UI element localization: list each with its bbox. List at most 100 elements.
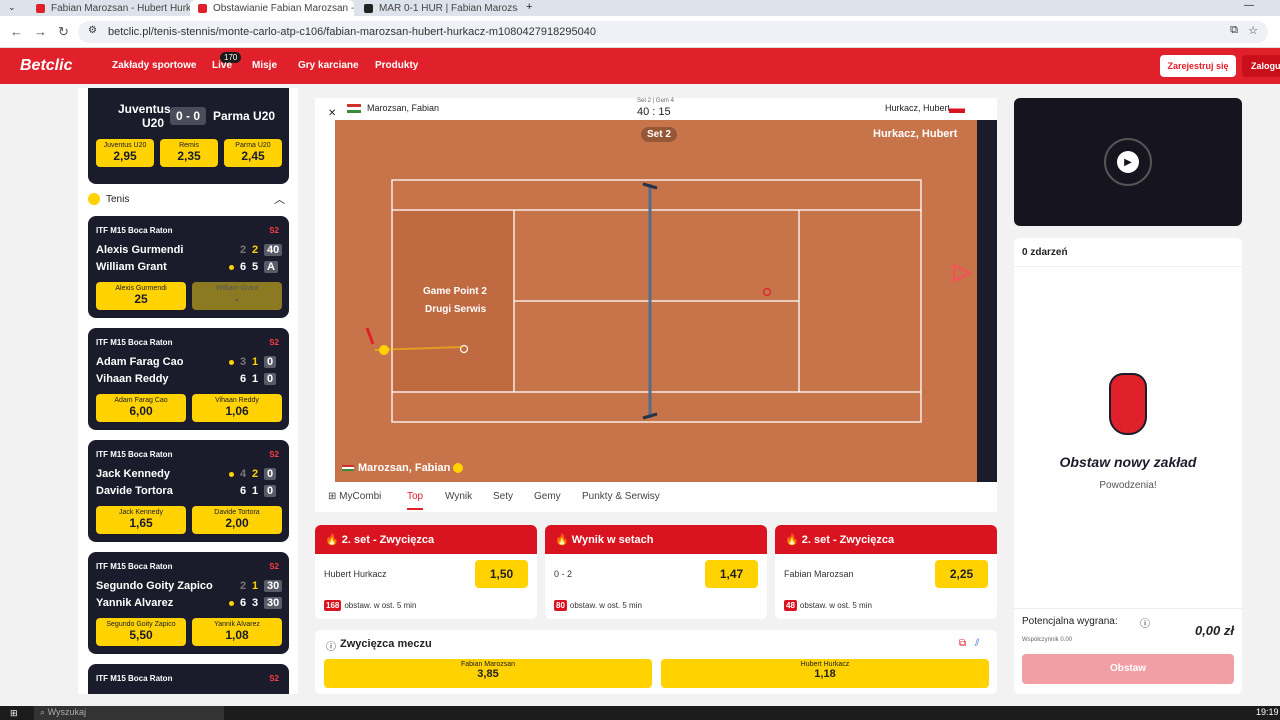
tab-sets[interactable]: Sety [493,491,513,502]
score-cell: 0 [264,485,277,497]
nav-sports[interactable]: Zakłady sportowe [112,60,196,71]
hungary-flag-icon [342,465,354,471]
score-cell: 6 [240,485,247,497]
browser-tab[interactable]: Fabian Marozsan - Hubert Hurk✕ [28,0,190,16]
football-match-card[interactable]: Juventus U20 0 - 0 Parma U20 Juventus U2… [88,88,289,184]
odd-button[interactable]: 2,25 [935,560,988,588]
register-button[interactable]: Zarejestruj się [1160,55,1236,77]
home-team-suffix: U20 [142,116,165,130]
browser-tab-active[interactable]: Obstawianie Fabian Marozsan -✕ [190,0,354,16]
browser-tab[interactable]: MAR 0-1 HUR | Fabian Marozsa✕ [356,0,518,16]
tab-result[interactable]: Wynik [445,491,472,502]
market-selection: Fabian Marozsan [784,569,854,579]
clock: 19:19 [1256,707,1279,717]
divider [1014,266,1242,267]
bet-slip: 0 zdarzeń Obstaw nowy zakład Powodzenia!… [1014,238,1242,694]
place-bet-button[interactable]: Obstaw [1022,654,1234,684]
tab-search-icon[interactable]: ⌄ [8,2,16,13]
minimize-icon[interactable]: — [1244,0,1254,11]
search-icon: ⌕ [40,707,46,717]
bet-count-badge: 48 [784,600,797,611]
score-cell: 1 [252,373,259,385]
odd-home[interactable]: Juventus U20 2,95 [96,139,154,167]
odd-player2[interactable]: Vihaan Reddy 1,06 [192,394,282,422]
odd-player2[interactable]: Davide Tortora 2,00 [192,506,282,534]
tab-points[interactable]: Punkty & Serwisy [582,491,660,502]
serve-dot-icon [229,601,234,606]
potential-win-label: Potencjalna wygrana: [1022,616,1118,627]
forward-icon[interactable]: → [34,24,47,39]
serve-dot-icon [229,360,234,365]
market-selection: Hubert Hurkacz [324,569,387,579]
serve-dot-icon [229,472,234,477]
back-icon[interactable]: ← [10,24,23,39]
windows-start-icon[interactable]: ⊞ [10,708,18,719]
player2-name: Yannik Alvarez [96,597,174,609]
annotation-game-point: Game Point 2 [423,286,487,297]
market-selection: 0 - 2 [554,569,573,579]
tennis-match-card[interactable]: ITF M15 Boca Raton S2 Adam Farag Cao Vihaan… [88,328,289,430]
new-tab-icon[interactable]: + [526,1,532,13]
help-icon[interactable]: ⓘ [1140,615,1150,630]
odd-player1[interactable]: Fabian Marozsan 3,85 [324,659,652,688]
tennis-ball-icon [88,193,100,205]
address-bar-row: ← → ↻ ⚙ betclic.pl/tenis-stennis/monte-c… [0,16,1280,48]
taskbar-search[interactable]: ⌕ Wyszukaj [34,706,224,720]
mycombi-icon[interactable]: ⧉ [959,638,966,649]
odd-button[interactable]: 1,47 [705,560,758,588]
reload-icon[interactable]: ↻ [58,24,69,40]
player1-name: Jack Kennedy [96,468,170,480]
play-button[interactable]: ▶ [1104,138,1152,186]
odd-draw[interactable]: Remis 2,35 [160,139,218,167]
tennis-match-card[interactable]: ITF M15 Boca Raton S2 Jack Kennedy Davide T… [88,440,289,542]
info-icon[interactable]: ⓘ [326,638,336,653]
nav-products[interactable]: Produkty [375,60,418,71]
score-cell: 40 [264,244,283,256]
tab-top[interactable]: Top [407,491,424,510]
tennis-section-title[interactable]: Tenis [106,194,129,205]
score-cell: 4 [240,468,247,480]
odd-player1[interactable]: Segundo Goity Zapico 5,50 [96,618,186,646]
fire-icon: 🔥 [555,534,569,546]
tab-games[interactable]: Gemy [534,491,561,502]
tennis-match-card[interactable]: ITF M15 Boca Raton S2 Segundo Goity Zapico… [88,552,289,654]
login-button[interactable]: Zaloguj [1242,55,1280,77]
match-winner-market: ⓘ Zwycięzca meczu ⧉ ⫽ Fabian Marozsan 3,8… [315,630,997,694]
player2-name: Davide Tortora [96,485,173,497]
site-info-icon[interactable]: ⚙ [88,25,97,36]
score-cell: 1 [252,356,259,368]
market-card: 🔥 2. set - Zwycięzca Hubert Hurkacz 1,50… [315,525,537,619]
odd-player2[interactable]: Hubert Hurkacz 1,18 [661,659,989,688]
nav-missions[interactable]: Misje [252,60,277,71]
odd-button[interactable]: 1,50 [475,560,528,588]
betclic-favicon-icon [198,3,207,13]
market-card: 🔥 Wynik w setach 0 - 2 1,47 80 obstaw. w … [545,525,767,619]
odd-player1[interactable]: Adam Farag Cao 6,00 [96,394,186,422]
market-title: Zwycięzca meczu [340,638,432,650]
nav-live[interactable]: Live [212,60,232,71]
betclic-logo[interactable]: Betclic [20,57,72,75]
taskbar: ⊞ ⌕ Wyszukaj 19:19 [0,706,1280,720]
odd-player1[interactable]: Jack Kennedy 1,65 [96,506,186,534]
chevron-up-icon[interactable]: ︿ [274,191,285,207]
odd-player1[interactable]: Alexis Gurmendi 25 [96,282,186,310]
score-cell: 6 [240,597,247,609]
odd-player2[interactable]: Yannik Alvarez 1,08 [192,618,282,646]
nav-card-games[interactable]: Gry karciane [298,60,359,71]
bookmark-star-icon[interactable]: ☆ [1248,24,1258,37]
odd-away[interactable]: Parma U20 2,45 [224,139,282,167]
events-count: 0 zdarzeń [1022,247,1068,258]
odd-player2[interactable]: William Grant - [192,282,282,310]
tab-mycombi[interactable]: ⊞ MyCombi [328,491,381,502]
url-input[interactable]: ⚙ betclic.pl/tenis-stennis/monte-carlo-a… [78,21,1268,43]
football-score: 0 - 0 [170,107,207,125]
home-team: Juventus [118,102,171,116]
live-sidebar: Juventus U20 0 - 0 Parma U20 Juventus U2… [78,88,298,694]
tennis-match-card[interactable]: ITF M15 Boca Raton S2 Alexis Gurmendi Willi… [88,216,289,318]
annotation-second-serve: Drugi Serwis [425,304,487,315]
set-indicator: S2 [269,674,279,683]
install-icon[interactable]: ⧉ [1230,24,1238,37]
score-cell: 6 [240,373,247,385]
tennis-match-card[interactable]: ITF M15 Boca Raton S2 [88,664,289,694]
stats-icon[interactable]: ⫽ [975,638,979,649]
